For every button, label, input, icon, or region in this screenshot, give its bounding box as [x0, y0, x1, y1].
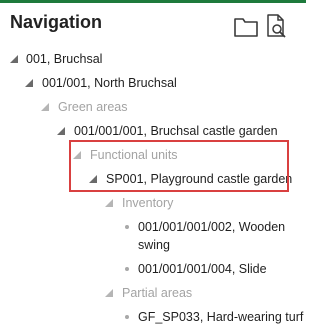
selection-highlight-box — [69, 140, 289, 192]
tree-node-label: 001/001/001, Bruchsal castle garden — [74, 124, 278, 138]
tree-node-label: 001, Bruchsal — [26, 52, 103, 66]
tree-node-label: GF_SP033, Hard-wearing turf — [138, 310, 304, 324]
tree-leaf-wooden-swing[interactable]: 001/001/001/002, Wooden — [125, 218, 285, 236]
tree-node-castle-garden[interactable]: 001/001/001, Bruchsal castle garden — [57, 122, 278, 140]
tree-node-label: 001/001/001/004, Slide — [138, 262, 267, 276]
header-accent-line — [0, 0, 306, 3]
document-search-icon[interactable] — [262, 12, 290, 40]
expand-triangle-icon[interactable] — [25, 79, 33, 87]
expand-triangle-icon[interactable] — [10, 55, 18, 63]
expand-triangle-icon[interactable] — [105, 199, 113, 207]
bullet-icon — [125, 267, 129, 271]
tree-node-label: Green areas — [58, 100, 128, 114]
tree-node-label: 001/001/001/002, Wooden — [138, 220, 286, 234]
tree-node-inventory[interactable]: Inventory — [105, 194, 173, 212]
tree-node-label: swing — [138, 238, 170, 252]
folder-icon[interactable] — [232, 12, 260, 40]
expand-triangle-icon[interactable] — [105, 289, 113, 297]
panel-title: Navigation — [10, 12, 103, 32]
tree-node-partial-areas[interactable]: Partial areas — [105, 284, 192, 302]
expand-triangle-icon[interactable] — [41, 103, 49, 111]
tree-leaf-hard-wearing-turf[interactable]: GF_SP033, Hard-wearing turf — [125, 308, 303, 326]
expand-triangle-icon[interactable] — [57, 127, 65, 135]
tree-node-bruchsal[interactable]: 001, Bruchsal — [10, 50, 102, 68]
tree-leaf-wooden-swing-continued[interactable]: swing — [138, 236, 170, 254]
tree-leaf-slide[interactable]: 001/001/001/004, Slide — [125, 260, 267, 278]
tree-node-label: 001/001, North Bruchsal — [42, 76, 177, 90]
tree-node-label: Inventory — [122, 196, 174, 210]
bullet-icon — [125, 315, 129, 319]
bullet-icon — [125, 225, 129, 229]
tree-node-green-areas[interactable]: Green areas — [41, 98, 127, 116]
tree-node-north-bruchsal[interactable]: 001/001, North Bruchsal — [25, 74, 177, 92]
tree-node-label: Partial areas — [122, 286, 193, 300]
